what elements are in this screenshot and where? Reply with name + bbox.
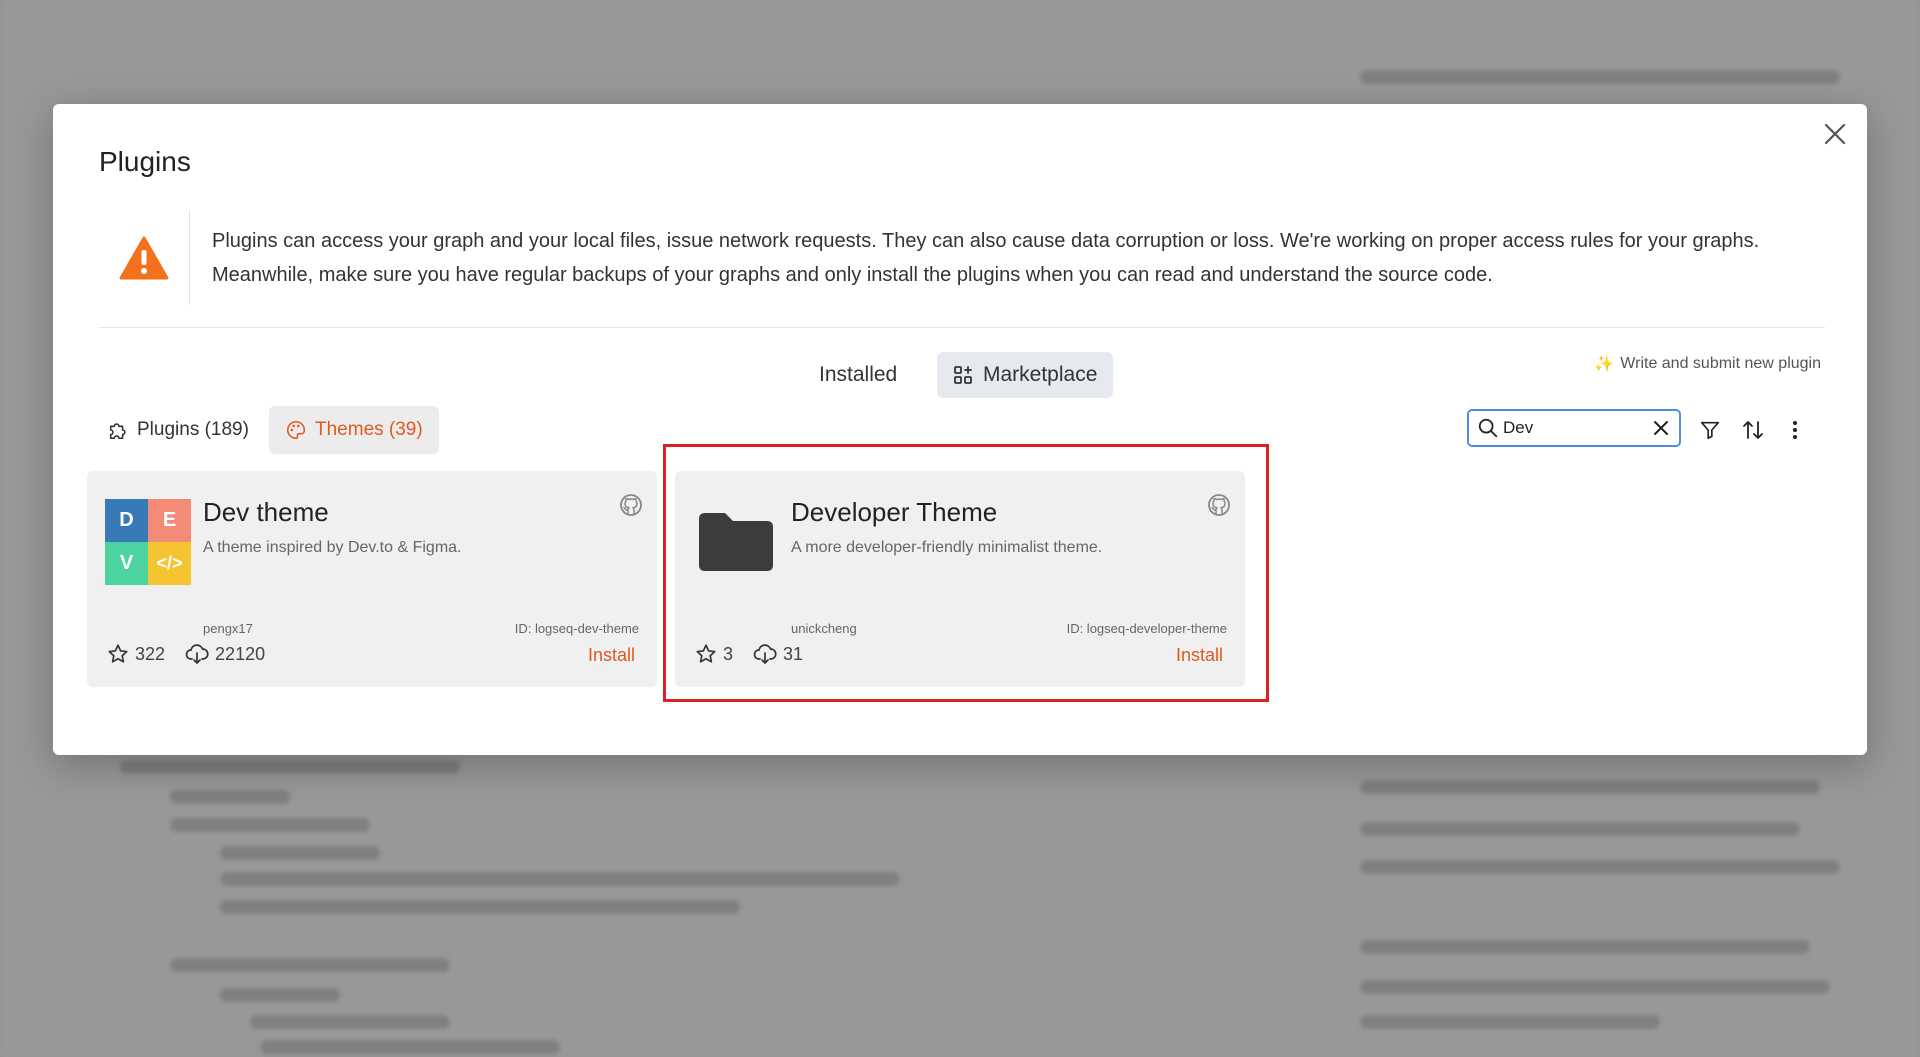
tab-installed-label: Installed [819,363,898,386]
funnel-icon [1700,421,1720,440]
theme-author: pengx17 [203,621,253,636]
star-icon [696,644,716,663]
download-count: 31 [783,643,804,664]
write-plugin-link[interactable]: ✨ Write and submit new plugin [1594,354,1821,374]
warning-text: Plugins can access your graph and your l… [212,229,1760,286]
sort-icon [1743,421,1763,439]
close-icon [1824,123,1846,145]
theme-name: Dev theme [203,497,329,527]
more-vertical-icon [1793,421,1797,439]
filter-themes[interactable]: Themes (39) [269,406,439,454]
github-icon [1208,494,1230,516]
filter-plugins-label: Plugins (189) [137,419,249,440]
filter-themes-label: Themes (39) [315,419,423,440]
modal-title: Plugins [99,146,191,177]
grid-icon [954,366,972,384]
dev-theme-logo: D E V </> [105,499,191,585]
install-button[interactable]: Install [1176,645,1223,666]
theme-author: unickcheng [791,621,857,636]
search-icon [1478,418,1498,438]
clear-search-icon[interactable] [1651,418,1671,438]
palette-icon [287,420,306,440]
theme-thumbnail [693,499,779,585]
close-button[interactable] [1819,118,1851,150]
sort-button[interactable] [1737,414,1769,446]
theme-description: A more developer-friendly minimalist the… [791,539,1103,556]
warning-icon [119,236,169,279]
star-icon [108,644,128,663]
theme-name: Developer Theme [791,497,998,527]
star-count: 3 [723,643,734,664]
theme-id: ID: logseq-developer-theme [1066,621,1227,636]
tab-marketplace-label: Marketplace [983,363,1098,386]
write-plugin-label: Write and submit new plugin [1620,355,1821,372]
divider [99,327,1825,328]
theme-stats: 3 31 [695,643,803,665]
theme-stats: 322 22120 [107,643,265,665]
sparkles-icon: ✨ [1594,356,1615,373]
filter-plugins[interactable]: Plugins (189) [91,406,265,454]
theme-id: ID: logseq-dev-theme [514,621,639,636]
divider [189,210,190,305]
tab-marketplace[interactable]: Marketplace [937,352,1114,398]
warning-notice: Plugins can access your graph and your l… [99,210,1825,305]
star-count: 322 [135,643,166,664]
puzzle-icon [109,423,126,440]
github-icon [620,494,642,516]
install-button[interactable]: Install [588,645,635,666]
github-link[interactable] [619,493,643,517]
theme-description: A theme inspired by Dev.to & Figma. [203,539,462,556]
search-box[interactable] [1467,409,1681,447]
theme-card[interactable]: Developer Theme A more developer-friendl… [675,471,1245,687]
more-options-button[interactable] [1779,414,1811,446]
theme-card[interactable]: D E V </> Dev theme A theme inspired by … [87,471,657,687]
cloud-download-icon [185,644,209,664]
search-input[interactable] [1499,418,1651,438]
download-count: 22120 [215,643,266,664]
filter-button[interactable] [1694,414,1726,446]
folder-icon [699,513,773,571]
tab-installed[interactable]: Installed [799,352,917,398]
cloud-download-icon [753,644,777,664]
github-link[interactable] [1207,493,1231,517]
